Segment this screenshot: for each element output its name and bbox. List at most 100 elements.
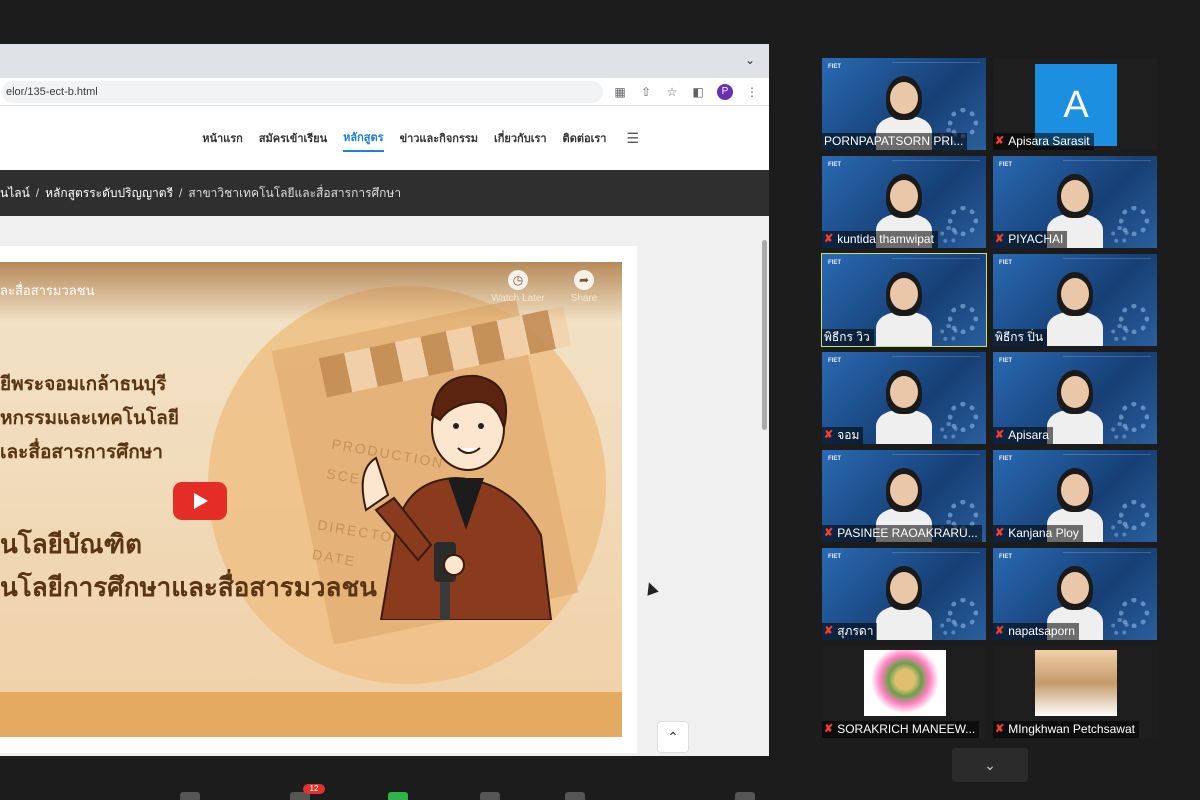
- fiet-logo: FIET: [828, 456, 841, 462]
- participant-name-label: ✘ kuntida thamwipat: [822, 231, 938, 248]
- url-field[interactable]: elor/135-ect-b.html: [2, 80, 603, 103]
- muted-mic-icon: ✘: [995, 723, 1005, 735]
- muted-mic-icon: ✘: [995, 527, 1005, 539]
- participant-tile[interactable]: FIET ✘ PASINEE RAOAKRARU...: [822, 450, 986, 542]
- profile-avatar[interactable]: P: [717, 83, 733, 100]
- reactions-button[interactable]: [565, 792, 585, 800]
- tab-list-chevron-icon[interactable]: ⌄: [745, 53, 755, 67]
- participant-video: [874, 368, 934, 444]
- youtube-embed[interactable]: PRODUCTION SCENE DIRECTOR DATE ละสื่อสาร…: [0, 262, 622, 737]
- participant-name: จอม: [837, 428, 860, 442]
- fiet-logo: FIET: [999, 162, 1012, 168]
- video-card: PRODUCTION SCENE DIRECTOR DATE ละสื่อสาร…: [0, 246, 637, 753]
- share-label: Share: [570, 293, 598, 304]
- participant-tile[interactable]: FIET ✘ napatsaporn: [993, 548, 1157, 640]
- nav-apply[interactable]: สมัครเข้าเรียน: [259, 125, 327, 151]
- muted-mic-icon: ✘: [995, 233, 1005, 245]
- meeting-toolbar: 12: [0, 784, 1200, 800]
- video-text-line-4: นโลยีบัณฑิต: [0, 530, 142, 560]
- participant-tile[interactable]: FIET พิธีกร วิว: [821, 253, 987, 347]
- breadcrumb-separator: /: [179, 186, 183, 200]
- participant-name-label: ✘ napatsaporn: [993, 623, 1079, 640]
- participant-name: napatsaporn: [1008, 624, 1075, 638]
- participant-tile[interactable]: FIET ✘ Apisara: [993, 352, 1157, 444]
- participant-name: พิธีกร วิว: [824, 330, 870, 344]
- participant-tile[interactable]: ✘ MIngkhwan Petchsawat: [993, 646, 1157, 738]
- fiet-logo: FIET: [999, 358, 1012, 364]
- page-scrollbar[interactable]: [762, 240, 767, 430]
- share-arrow-icon: ➦: [574, 270, 594, 290]
- page-content: PRODUCTION SCENE DIRECTOR DATE ละสื่อสาร…: [0, 216, 769, 756]
- scroll-to-top-button[interactable]: ⌃: [657, 721, 689, 753]
- bookmark-star-icon[interactable]: ☆: [665, 85, 679, 99]
- nav-news[interactable]: ข่าวและกิจกรรม: [400, 125, 478, 151]
- nav-home[interactable]: หน้าแรก: [202, 125, 243, 151]
- participant-name-label: ✘ PASINEE RAOAKRARU...: [822, 525, 982, 542]
- chat-badge: 12: [303, 784, 325, 794]
- gear-decoration-icon: [940, 324, 958, 342]
- participant-name-label: พิธีกร ปิ่น: [993, 329, 1048, 346]
- participant-profile-photo: [1035, 650, 1117, 716]
- participant-name: PASINEE RAOAKRARU...: [837, 526, 978, 540]
- browser-menu-icon[interactable]: ⋮: [745, 85, 759, 99]
- video-title[interactable]: ละสื่อสารมวลชน: [0, 280, 94, 301]
- fiet-logo: FIET: [828, 554, 841, 560]
- watch-later-button[interactable]: ◷ Watch Later: [490, 270, 546, 304]
- muted-mic-icon: ✘: [824, 429, 834, 441]
- participant-name: Kanjana Ploy: [1008, 526, 1079, 540]
- translate-icon[interactable]: ▦: [613, 85, 627, 99]
- breadcrumb-item-bachelor[interactable]: หลักสูตรระดับปริญญาตรี: [45, 184, 173, 203]
- presenter-illustration: [361, 374, 553, 620]
- participant-tile[interactable]: FIET ✘ จอม: [822, 352, 986, 444]
- nav-about[interactable]: เกี่ยวกับเรา: [494, 125, 547, 151]
- record-button[interactable]: [480, 792, 500, 800]
- video-text-line-1: ยีพระจอมเกล้าธนบุรี: [0, 373, 167, 395]
- share-button[interactable]: ➦ Share: [556, 270, 612, 304]
- audio-button[interactable]: [180, 792, 200, 800]
- participant-tile[interactable]: FIET ✘ kuntida thamwipat: [822, 156, 986, 248]
- apps-button[interactable]: [735, 792, 755, 800]
- gear-decoration-icon: [940, 226, 958, 244]
- participant-video: [1045, 368, 1105, 444]
- participant-name-label: ✘ จอม: [822, 427, 864, 444]
- participant-name-label: ✘ PIYACHAI: [993, 231, 1068, 248]
- participant-tile[interactable]: FIET ✘ PIYACHAI: [993, 156, 1157, 248]
- participant-name-label: ✘ MIngkhwan Petchsawat: [993, 721, 1139, 738]
- youtube-play-button[interactable]: [173, 482, 227, 520]
- meeting-screen: ⌄ elor/135-ect-b.html ▦ ⇧ ☆ ◧ P ⋮ หน้าแร…: [0, 0, 1200, 800]
- muted-mic-icon: ✘: [824, 625, 834, 637]
- nav-contact[interactable]: ติดต่อเรา: [563, 125, 607, 151]
- participant-name-label: ✘ Apisara: [993, 427, 1053, 444]
- participant-tile[interactable]: FIET พิธีกร ปิ่น: [993, 254, 1157, 346]
- gear-decoration-icon: [1111, 226, 1129, 244]
- muted-mic-icon: ✘: [995, 135, 1005, 147]
- share-icon[interactable]: ⇧: [639, 85, 653, 99]
- browser-tabstrip: ⌄: [0, 44, 769, 78]
- participant-tile[interactable]: FIET ✘ สุภรดา: [822, 548, 986, 640]
- gallery-next-page-button[interactable]: ⌄: [952, 748, 1028, 782]
- participant-tile[interactable]: ✘ SORAKRICH MANEEW...: [822, 646, 986, 738]
- participant-name: kuntida thamwipat: [837, 232, 934, 246]
- participant-name-label: PORNPAPATSORN PRI...: [822, 133, 968, 150]
- participant-name: PIYACHAI: [1008, 232, 1064, 246]
- video-text-line-2: หกรรมและเทคโนโลยี: [0, 407, 179, 429]
- participant-tile[interactable]: FIET PORNPAPATSORN PRI...: [822, 58, 986, 150]
- site-navigation: หน้าแรก สมัครเข้าเรียน หลักสูตร ข่าวและก…: [0, 106, 769, 170]
- participant-tile[interactable]: FIET ✘ Kanjana Ploy: [993, 450, 1157, 542]
- breadcrumb-separator: /: [35, 186, 40, 200]
- nav-curriculum[interactable]: หลักสูตร: [343, 124, 384, 152]
- sidepanel-icon[interactable]: ◧: [691, 85, 705, 99]
- video-text-line-3: เละสื่อสารการศึกษา: [0, 441, 163, 463]
- hamburger-menu-icon[interactable]: ☰: [626, 130, 639, 147]
- participant-tile[interactable]: A ✘ Apisara Sarasit: [993, 58, 1157, 150]
- breadcrumb-item-online[interactable]: นไลน์: [0, 184, 30, 203]
- participant-name: พิธีกร ปิ่น: [995, 330, 1044, 344]
- participant-video: [874, 564, 934, 640]
- video-text-line-5: นโลยีการศึกษาและสื่อสารมวลชน: [0, 573, 377, 603]
- share-screen-button[interactable]: [388, 792, 408, 800]
- participant-name: Apisara Sarasit: [1008, 134, 1090, 148]
- participant-name-label: พิธีกร วิว: [822, 329, 874, 346]
- watch-later-label: Watch Later: [491, 293, 545, 304]
- participant-video: [874, 270, 934, 346]
- breadcrumb-item-current: สาขาวิชาเทคโนโลยีและสื่อสารการศึกษา: [188, 185, 402, 200]
